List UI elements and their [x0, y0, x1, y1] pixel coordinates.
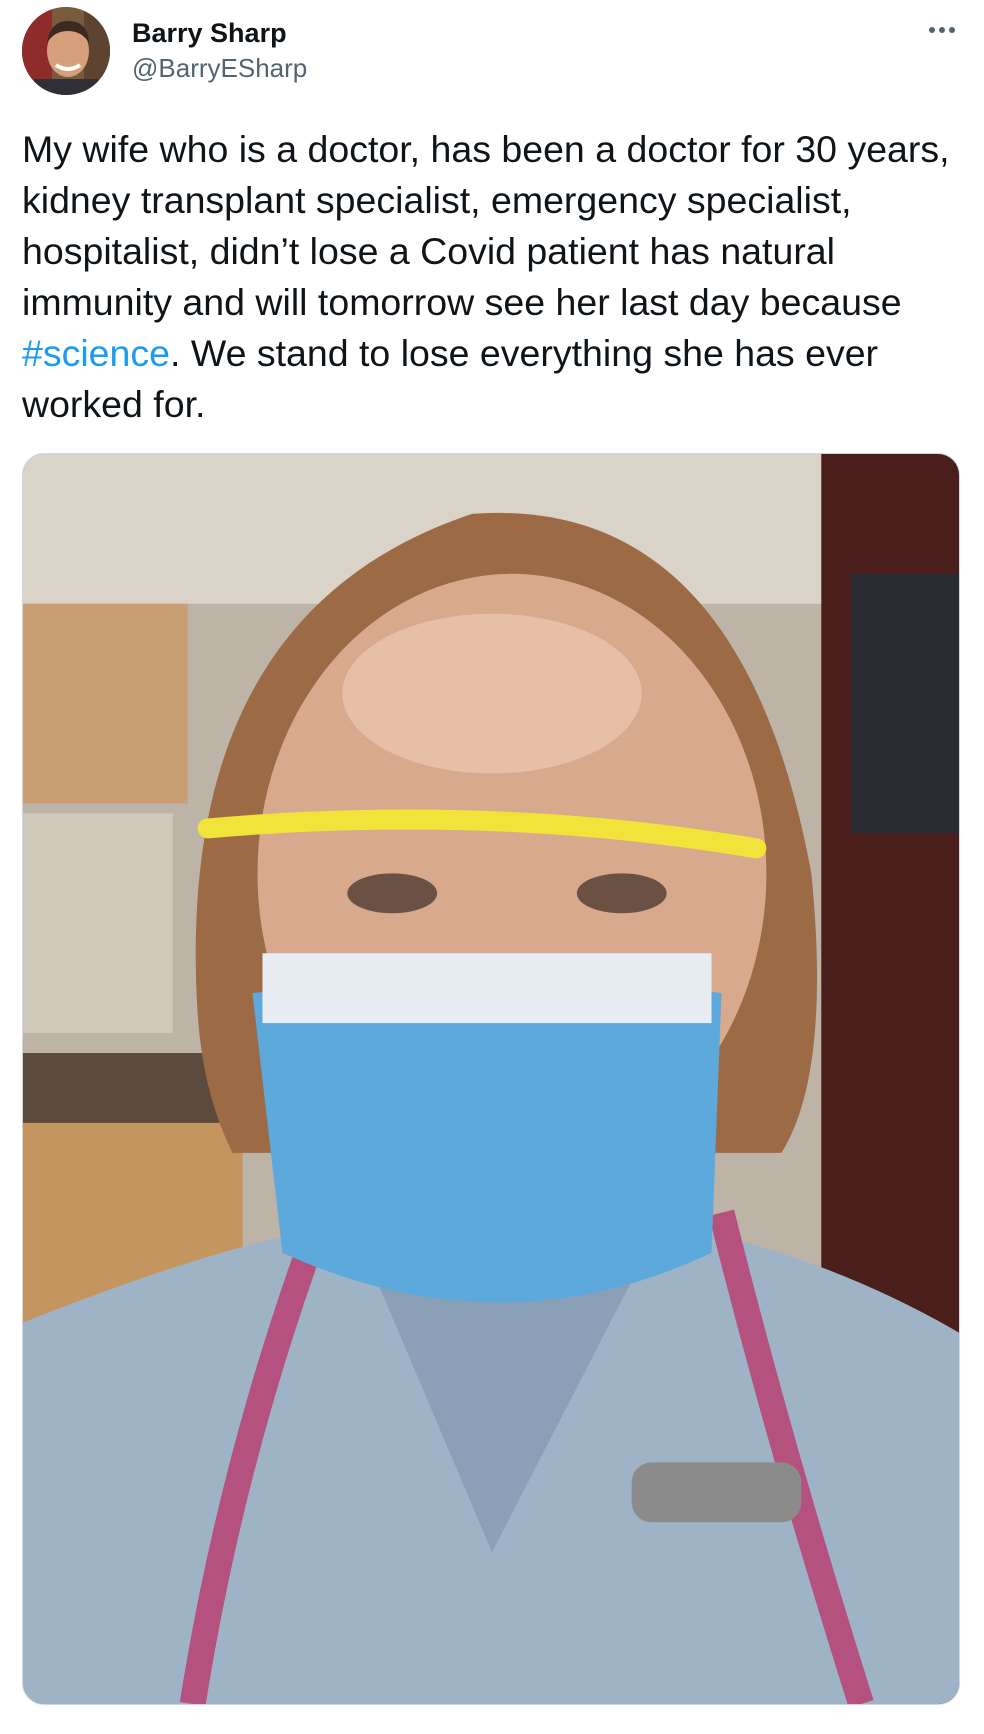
- avatar-photo: [22, 7, 110, 95]
- tweet-photo[interactable]: [22, 453, 960, 1705]
- hashtag-link[interactable]: #science: [22, 332, 170, 374]
- tweet-text-part-1: My wife who is a doctor, has been a doct…: [22, 128, 950, 323]
- tweet: Barry Sharp @BarryESharp My wife who is …: [0, 0, 984, 1734]
- author-name[interactable]: Barry Sharp: [132, 17, 287, 49]
- avatar[interactable]: [22, 7, 110, 95]
- more-horizontal-icon[interactable]: [920, 14, 964, 46]
- photo-doctor-selfie: [23, 454, 959, 1704]
- author-handle[interactable]: @BarryESharp: [132, 52, 307, 84]
- tweet-text: My wife who is a doctor, has been a doct…: [22, 124, 972, 430]
